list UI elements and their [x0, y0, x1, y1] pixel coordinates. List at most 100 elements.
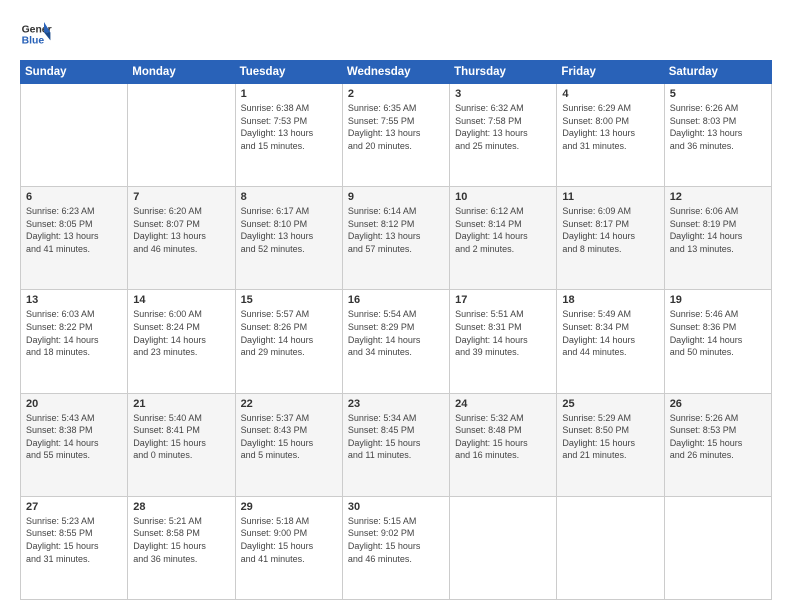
calendar-cell: 4 Sunrise: 6:29 AM Sunset: 8:00 PM Daylig…	[557, 84, 664, 187]
calendar-cell: 8Sunrise: 6:17 AM Sunset: 8:10 PM Daylig…	[235, 187, 342, 290]
calendar-cell: 30 Sunrise: 5:15 AM Sunset: 9:02 PM Dayli…	[342, 496, 449, 599]
calendar-cell	[664, 496, 771, 599]
week-row-1: 1 Sunrise: 6:38 AM Sunset: 7:53 PM Daylig…	[21, 84, 772, 187]
calendar-cell	[21, 84, 128, 187]
day-number: 28	[133, 501, 229, 513]
day-info: Sunrise: 6:29 AM Sunset: 8:00 PM Dayligh…	[562, 102, 658, 152]
day-number: 23	[348, 398, 444, 410]
day-number: 20	[26, 398, 122, 410]
calendar-cell: 11Sunrise: 6:09 AM Sunset: 8:17 PM Dayli…	[557, 187, 664, 290]
day-info: Sunrise: 6:35 AM Sunset: 7:55 PM Dayligh…	[348, 102, 444, 152]
day-number: 24	[455, 398, 551, 410]
calendar-cell: 15Sunrise: 5:57 AM Sunset: 8:26 PM Dayli…	[235, 290, 342, 393]
calendar-cell: 2 Sunrise: 6:35 AM Sunset: 7:55 PM Daylig…	[342, 84, 449, 187]
week-row-5: 27 Sunrise: 5:23 AM Sunset: 8:55 PM Dayli…	[21, 496, 772, 599]
day-number: 21	[133, 398, 229, 410]
logo-icon: General Blue	[20, 18, 52, 50]
day-info: Sunrise: 5:23 AM Sunset: 8:55 PM Dayligh…	[26, 515, 122, 565]
calendar-cell: 13 Sunrise: 6:03 AM Sunset: 8:22 PM Dayli…	[21, 290, 128, 393]
day-number: 26	[670, 398, 766, 410]
day-info: Sunrise: 5:29 AM Sunset: 8:50 PM Dayligh…	[562, 412, 658, 462]
day-info: Sunrise: 5:34 AM Sunset: 8:45 PM Dayligh…	[348, 412, 444, 462]
day-number: 11	[562, 191, 658, 203]
calendar-cell: 16Sunrise: 5:54 AM Sunset: 8:29 PM Dayli…	[342, 290, 449, 393]
day-number: 5	[670, 88, 766, 100]
day-number: 27	[26, 501, 122, 513]
week-row-2: 6 Sunrise: 6:23 AM Sunset: 8:05 PM Daylig…	[21, 187, 772, 290]
calendar-cell: 3 Sunrise: 6:32 AM Sunset: 7:58 PM Daylig…	[450, 84, 557, 187]
day-number: 12	[670, 191, 766, 203]
day-info: Sunrise: 5:26 AM Sunset: 8:53 PM Dayligh…	[670, 412, 766, 462]
day-number: 1	[241, 88, 337, 100]
calendar-cell: 24 Sunrise: 5:32 AM Sunset: 8:48 PM Dayli…	[450, 393, 557, 496]
week-row-3: 13 Sunrise: 6:03 AM Sunset: 8:22 PM Dayli…	[21, 290, 772, 393]
calendar-cell: 18 Sunrise: 5:49 AM Sunset: 8:34 PM Dayli…	[557, 290, 664, 393]
calendar-cell: 29 Sunrise: 5:18 AM Sunset: 9:00 PM Dayli…	[235, 496, 342, 599]
calendar-cell: 17 Sunrise: 5:51 AM Sunset: 8:31 PM Dayli…	[450, 290, 557, 393]
day-number: 18	[562, 294, 658, 306]
calendar-cell	[450, 496, 557, 599]
day-info: Sunrise: 6:00 AM Sunset: 8:24 PM Dayligh…	[133, 308, 229, 358]
calendar-cell	[557, 496, 664, 599]
calendar-cell: 6 Sunrise: 6:23 AM Sunset: 8:05 PM Daylig…	[21, 187, 128, 290]
day-info: Sunrise: 5:32 AM Sunset: 8:48 PM Dayligh…	[455, 412, 551, 462]
calendar-cell: 9Sunrise: 6:14 AM Sunset: 8:12 PM Daylig…	[342, 187, 449, 290]
day-number: 9	[348, 191, 444, 203]
calendar-cell: 5 Sunrise: 6:26 AM Sunset: 8:03 PM Daylig…	[664, 84, 771, 187]
day-info: Sunrise: 5:46 AM Sunset: 8:36 PM Dayligh…	[670, 308, 766, 358]
day-number: 16	[348, 294, 444, 306]
day-number: 25	[562, 398, 658, 410]
calendar-cell: 7Sunrise: 6:20 AM Sunset: 8:07 PM Daylig…	[128, 187, 235, 290]
day-info: Sunrise: 6:32 AM Sunset: 7:58 PM Dayligh…	[455, 102, 551, 152]
day-info: Sunrise: 5:49 AM Sunset: 8:34 PM Dayligh…	[562, 308, 658, 358]
day-info: Sunrise: 5:40 AM Sunset: 8:41 PM Dayligh…	[133, 412, 229, 462]
calendar-cell: 25 Sunrise: 5:29 AM Sunset: 8:50 PM Dayli…	[557, 393, 664, 496]
day-info: Sunrise: 6:20 AM Sunset: 8:07 PM Dayligh…	[133, 205, 229, 255]
day-number: 19	[670, 294, 766, 306]
calendar-cell: 20 Sunrise: 5:43 AM Sunset: 8:38 PM Dayli…	[21, 393, 128, 496]
day-number: 8	[241, 191, 337, 203]
day-number: 2	[348, 88, 444, 100]
weekday-header-saturday: Saturday	[664, 61, 771, 84]
day-number: 29	[241, 501, 337, 513]
calendar-cell: 14 Sunrise: 6:00 AM Sunset: 8:24 PM Dayli…	[128, 290, 235, 393]
day-number: 30	[348, 501, 444, 513]
day-number: 3	[455, 88, 551, 100]
logo: General Blue	[20, 18, 56, 50]
calendar-cell	[128, 84, 235, 187]
day-info: Sunrise: 5:57 AM Sunset: 8:26 PM Dayligh…	[241, 308, 337, 358]
day-info: Sunrise: 5:21 AM Sunset: 8:58 PM Dayligh…	[133, 515, 229, 565]
day-info: Sunrise: 5:18 AM Sunset: 9:00 PM Dayligh…	[241, 515, 337, 565]
day-info: Sunrise: 5:43 AM Sunset: 8:38 PM Dayligh…	[26, 412, 122, 462]
day-info: Sunrise: 6:23 AM Sunset: 8:05 PM Dayligh…	[26, 205, 122, 255]
week-row-4: 20 Sunrise: 5:43 AM Sunset: 8:38 PM Dayli…	[21, 393, 772, 496]
calendar-cell: 22Sunrise: 5:37 AM Sunset: 8:43 PM Dayli…	[235, 393, 342, 496]
day-number: 4	[562, 88, 658, 100]
day-info: Sunrise: 6:38 AM Sunset: 7:53 PM Dayligh…	[241, 102, 337, 152]
weekday-header-friday: Friday	[557, 61, 664, 84]
weekday-header-tuesday: Tuesday	[235, 61, 342, 84]
calendar-cell: 27 Sunrise: 5:23 AM Sunset: 8:55 PM Dayli…	[21, 496, 128, 599]
weekday-header-wednesday: Wednesday	[342, 61, 449, 84]
calendar-cell: 10Sunrise: 6:12 AM Sunset: 8:14 PM Dayli…	[450, 187, 557, 290]
day-number: 17	[455, 294, 551, 306]
day-number: 14	[133, 294, 229, 306]
day-info: Sunrise: 5:15 AM Sunset: 9:02 PM Dayligh…	[348, 515, 444, 565]
day-info: Sunrise: 5:51 AM Sunset: 8:31 PM Dayligh…	[455, 308, 551, 358]
day-number: 13	[26, 294, 122, 306]
day-info: Sunrise: 6:26 AM Sunset: 8:03 PM Dayligh…	[670, 102, 766, 152]
calendar-cell: 19 Sunrise: 5:46 AM Sunset: 8:36 PM Dayli…	[664, 290, 771, 393]
day-info: Sunrise: 6:03 AM Sunset: 8:22 PM Dayligh…	[26, 308, 122, 358]
weekday-header-sunday: Sunday	[21, 61, 128, 84]
calendar-cell: 21 Sunrise: 5:40 AM Sunset: 8:41 PM Dayli…	[128, 393, 235, 496]
weekday-header-row: SundayMondayTuesdayWednesdayThursdayFrid…	[21, 61, 772, 84]
day-info: Sunrise: 6:06 AM Sunset: 8:19 PM Dayligh…	[670, 205, 766, 255]
day-info: Sunrise: 6:12 AM Sunset: 8:14 PM Dayligh…	[455, 205, 551, 255]
svg-text:Blue: Blue	[22, 36, 45, 47]
header: General Blue	[20, 18, 772, 50]
page: General Blue SundayMondayTuesdayWednesda…	[0, 0, 792, 612]
day-number: 22	[241, 398, 337, 410]
calendar-cell: 28 Sunrise: 5:21 AM Sunset: 8:58 PM Dayli…	[128, 496, 235, 599]
day-number: 6	[26, 191, 122, 203]
calendar-cell: 12 Sunrise: 6:06 AM Sunset: 8:19 PM Dayli…	[664, 187, 771, 290]
